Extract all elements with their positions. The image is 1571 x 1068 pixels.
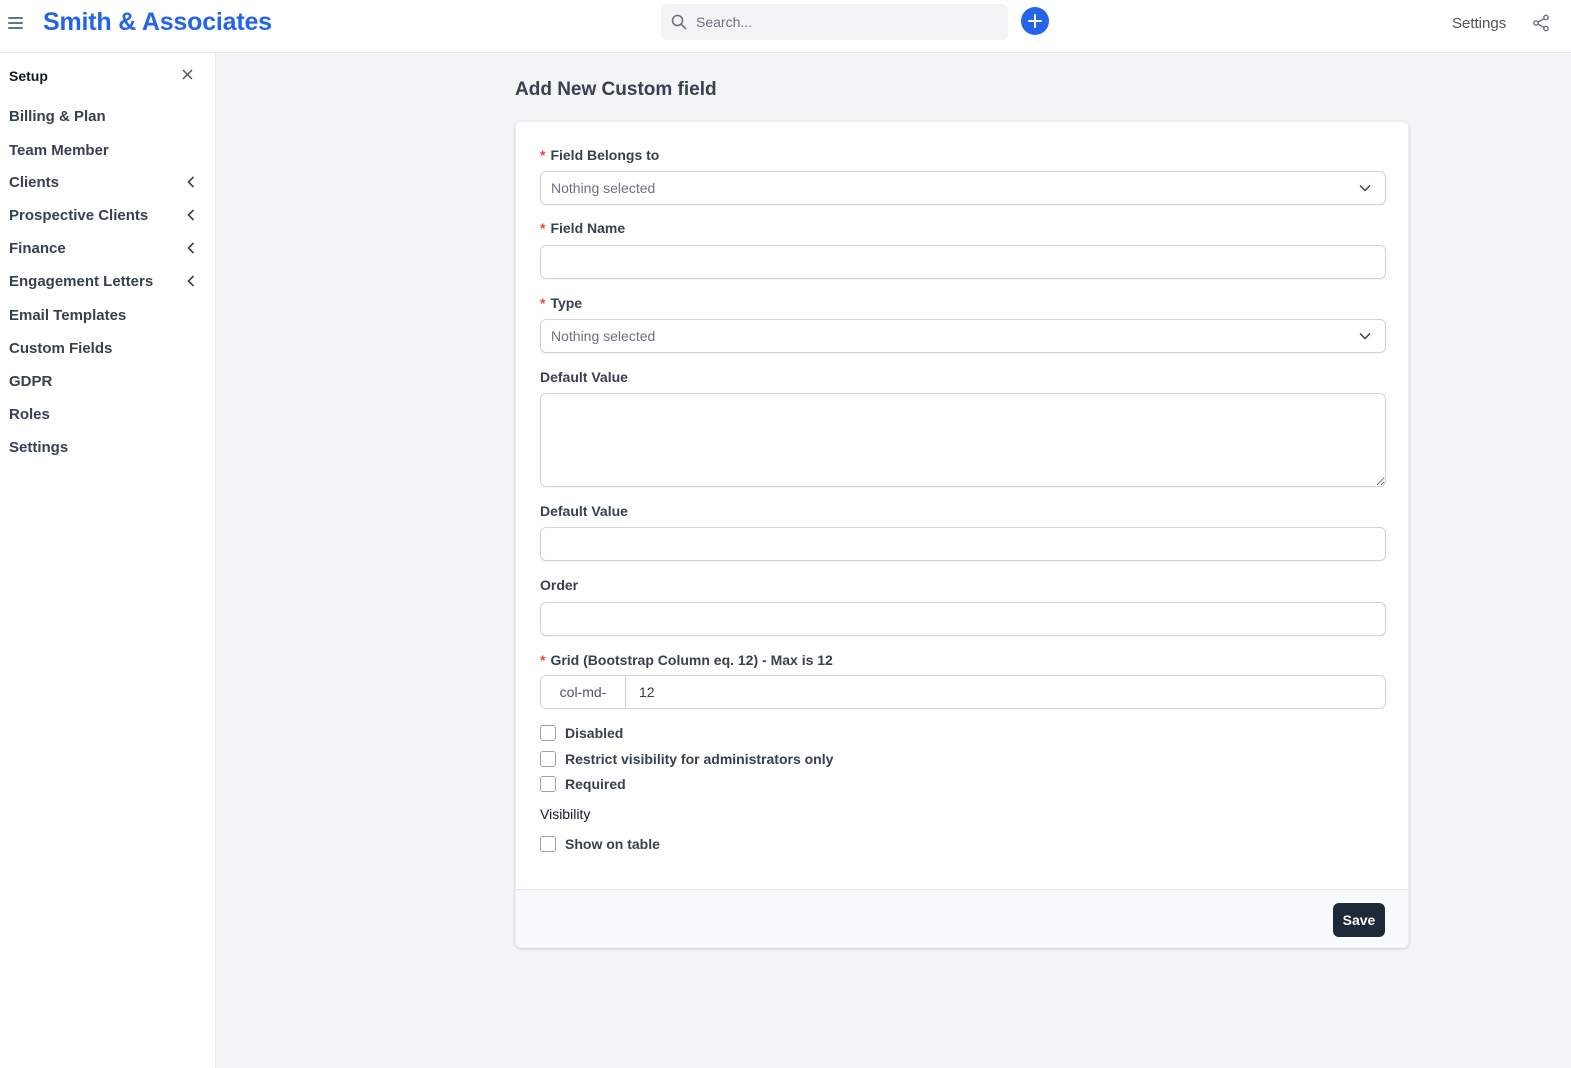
admin-only-checkbox[interactable] xyxy=(540,751,556,767)
order-input[interactable] xyxy=(540,602,1386,636)
sidebar-item-label: Settings xyxy=(9,438,69,456)
field-belongs-to-label: * Field Belongs to xyxy=(540,147,660,163)
brand-logo[interactable]: Smith & Associates xyxy=(43,8,272,37)
sidebar-item-label: Custom Fields xyxy=(9,339,113,357)
show-on-table-checkbox[interactable] xyxy=(540,836,556,852)
sidebar-item-settings[interactable]: Settings xyxy=(9,435,209,459)
required-checkbox[interactable] xyxy=(540,776,556,792)
plus-icon xyxy=(1028,14,1042,28)
visibility-heading: Visibility xyxy=(540,806,591,822)
grid-column-input[interactable] xyxy=(627,676,1385,708)
field-name-label: * Field Name xyxy=(540,220,626,236)
sidebar-item-custom-fields[interactable]: Custom Fields xyxy=(9,336,209,360)
grid-label: * Grid (Bootstrap Column eq. 12) - Max is… xyxy=(540,652,833,668)
custom-field-form: * Field Belongs to Nothing selected * Fiel… xyxy=(515,121,1409,948)
sidebar-item-label: Finance xyxy=(9,239,66,257)
search-box xyxy=(661,4,1008,40)
required-marker: * xyxy=(540,220,546,236)
grid-prefix-addon: col-md- xyxy=(541,676,626,708)
chevron-down-icon xyxy=(1359,184,1371,192)
settings-link[interactable]: Settings xyxy=(1452,15,1506,32)
required-checkbox-row[interactable]: Required xyxy=(540,775,626,793)
select-value: Nothing selected xyxy=(551,180,656,196)
search-icon xyxy=(671,14,687,30)
sidebar-item-engagement-letters[interactable]: Engagement Letters xyxy=(9,269,209,293)
sidebar-item-gdpr[interactable]: GDPR xyxy=(9,369,209,393)
sidebar-item-clients[interactable]: Clients xyxy=(9,170,209,194)
form-footer: Save xyxy=(516,889,1408,947)
field-name-input[interactable] xyxy=(540,245,1386,279)
checkbox-label: Restrict visibility for administrators o… xyxy=(565,751,834,767)
chevron-down-icon xyxy=(1359,332,1371,340)
checkbox-label: Show on table xyxy=(565,836,660,852)
order-label: Order xyxy=(540,577,579,593)
search-input[interactable] xyxy=(696,4,996,40)
checkbox-label: Required xyxy=(565,776,626,792)
chevron-left-icon xyxy=(187,176,195,188)
select-value: Nothing selected xyxy=(551,328,656,344)
chevron-left-icon xyxy=(187,209,195,221)
disabled-checkbox-row[interactable]: Disabled xyxy=(540,724,623,742)
save-button[interactable]: Save xyxy=(1333,903,1385,937)
quick-create-button[interactable] xyxy=(1021,7,1049,35)
menu-icon[interactable] xyxy=(8,17,23,29)
sidebar-item-label: Prospective Clients xyxy=(9,206,149,224)
sidebar-title: Setup xyxy=(9,68,48,84)
type-label: * Type xyxy=(540,295,583,311)
disabled-checkbox[interactable] xyxy=(540,725,556,741)
sidebar-item-email-templates[interactable]: Email Templates xyxy=(9,303,209,327)
required-marker: * xyxy=(540,295,546,311)
grid-input-group: col-md- xyxy=(540,675,1386,709)
sidebar-item-finance[interactable]: Finance xyxy=(9,236,209,260)
sidebar-item-prospective-clients[interactable]: Prospective Clients xyxy=(9,203,209,227)
sidebar-item-label: Roles xyxy=(9,405,50,423)
required-marker: * xyxy=(540,652,546,668)
share-icon[interactable] xyxy=(1532,14,1550,32)
close-icon[interactable] xyxy=(182,69,193,80)
field-belongs-to-select[interactable]: Nothing selected xyxy=(540,171,1386,205)
setup-sidebar: Setup Billing & Plan Team Member Clients… xyxy=(0,53,216,1068)
sidebar-item-team-member[interactable]: Team Member xyxy=(9,138,209,158)
sidebar-item-label: Clients xyxy=(9,173,60,191)
show-on-table-checkbox-row[interactable]: Show on table xyxy=(540,835,660,853)
sidebar-item-billing-plan[interactable]: Billing & Plan xyxy=(9,104,209,128)
sidebar-item-label: Engagement Letters xyxy=(9,272,154,290)
top-navbar: Smith & Associates Settings xyxy=(0,0,1571,53)
default-value-textarea[interactable] xyxy=(540,393,1386,487)
checkbox-label: Disabled xyxy=(565,725,624,741)
admin-only-checkbox-row[interactable]: Restrict visibility for administrators o… xyxy=(540,750,833,768)
sidebar-item-label: GDPR xyxy=(9,372,53,390)
chevron-left-icon xyxy=(187,275,195,287)
sidebar-item-label: Team Member xyxy=(9,142,109,158)
type-select[interactable]: Nothing selected xyxy=(540,319,1386,353)
page-title: Add New Custom field xyxy=(515,79,717,100)
sidebar-item-label: Billing & Plan xyxy=(9,107,106,125)
default-value-input[interactable] xyxy=(540,527,1386,561)
chevron-left-icon xyxy=(187,242,195,254)
required-marker: * xyxy=(540,147,546,163)
default-value-label: Default Value xyxy=(540,503,628,519)
sidebar-item-label: Email Templates xyxy=(9,306,127,324)
default-value-label: Default Value xyxy=(540,369,628,385)
sidebar-item-roles[interactable]: Roles xyxy=(9,402,209,426)
